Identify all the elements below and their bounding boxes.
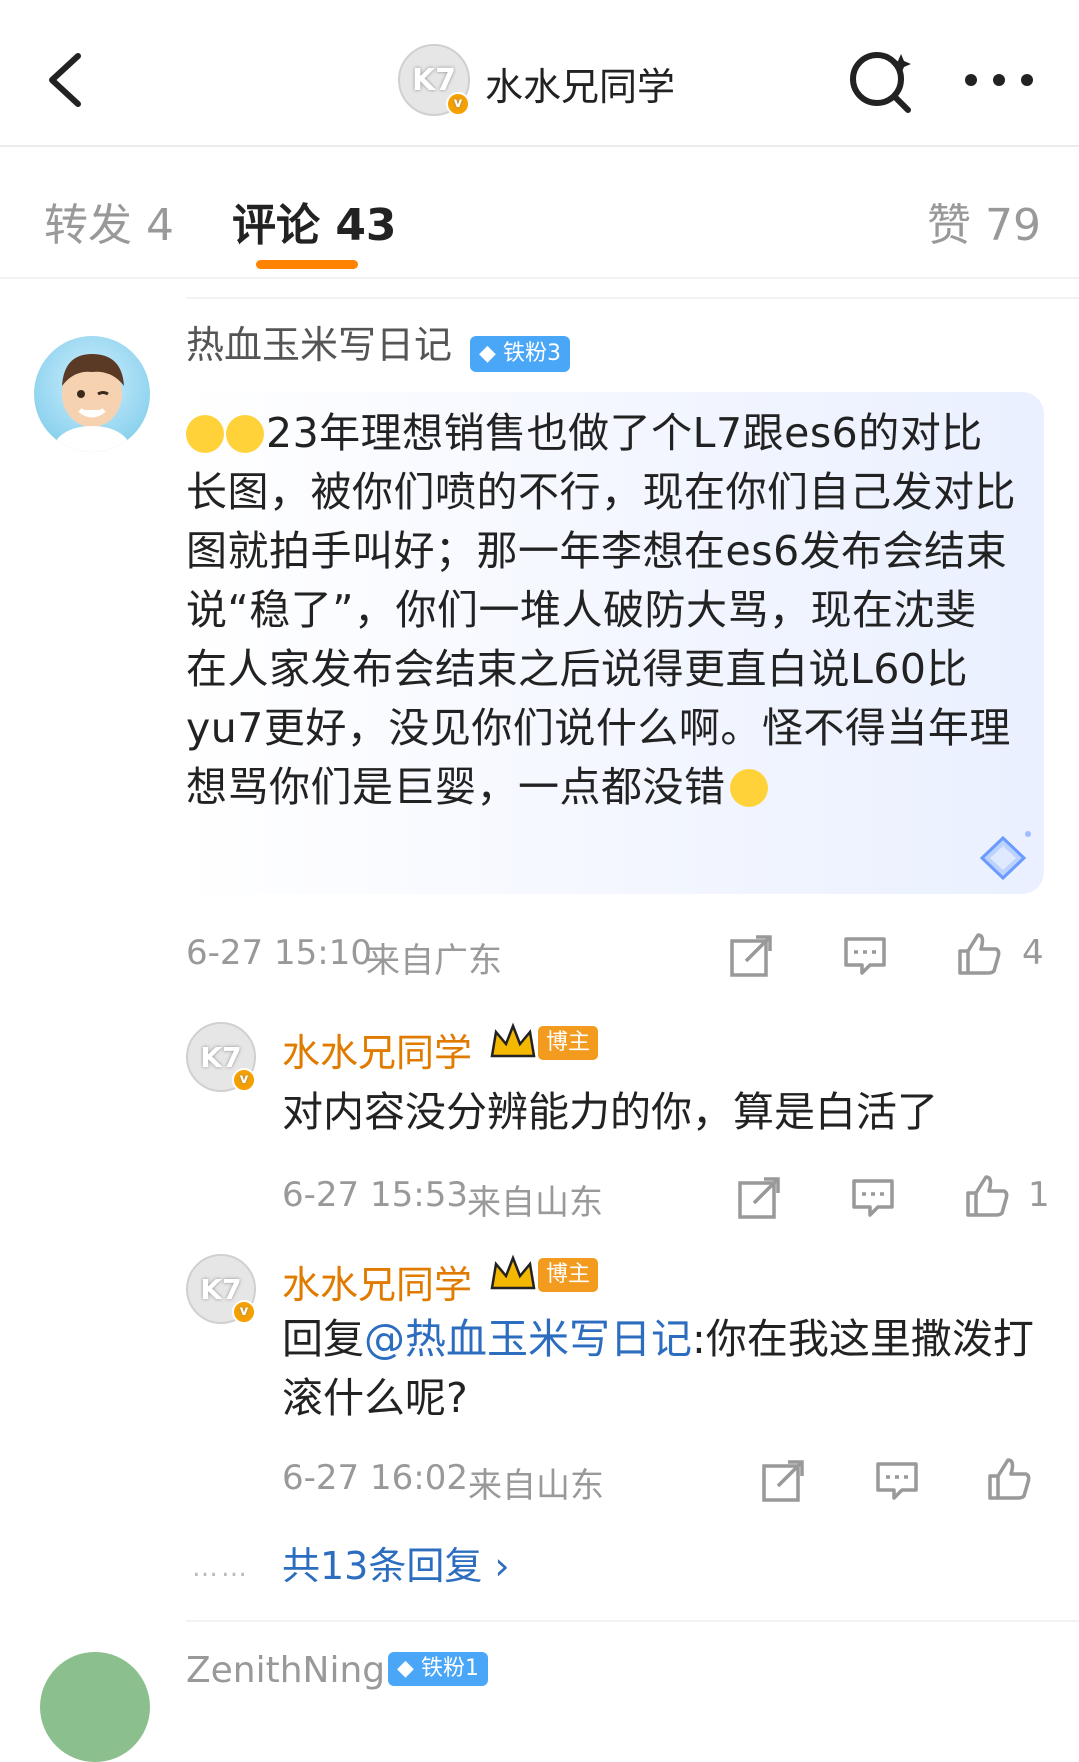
like-thumb-icon[interactable] xyxy=(956,931,1002,977)
emoji-666-icon xyxy=(729,769,768,807)
verified-badge-icon: v xyxy=(232,1068,256,1092)
reply-comment-icon[interactable] xyxy=(850,1175,896,1221)
active-tab-indicator xyxy=(256,260,358,269)
tab-comments[interactable]: 评论 43 xyxy=(232,189,397,253)
reply-comment-icon[interactable] xyxy=(874,1458,920,1504)
diamond-decoration-icon xyxy=(979,831,1031,881)
more-dots: …… xyxy=(192,1553,250,1583)
fan-level-badge: ◆ 铁粉1 xyxy=(388,1652,488,1686)
share-icon[interactable] xyxy=(728,933,774,979)
cartoon-avatar-icon xyxy=(54,354,130,452)
comment-location: 来自广东 xyxy=(366,941,502,981)
comment-time: 6-27 15:10 xyxy=(186,933,372,973)
verified-badge-icon: v xyxy=(446,92,470,116)
fan-level-badge: ◆ 铁粉3 xyxy=(470,336,570,372)
crown-icon xyxy=(490,1254,536,1290)
reply-comment-icon[interactable] xyxy=(842,933,888,979)
search-icon[interactable] xyxy=(846,46,916,116)
like-thumb-icon[interactable] xyxy=(986,1456,1032,1502)
divider xyxy=(186,1620,1079,1622)
reply-text: 对内容没分辨能力的你，算是白活了 xyxy=(282,1088,938,1136)
verified-badge-icon: v xyxy=(232,1300,256,1324)
reply-author-name[interactable]: 水水兄同学 xyxy=(282,1022,472,1077)
crown-icon xyxy=(490,1022,536,1058)
top-nav-bar: K7 v 水水兄同学 xyxy=(0,0,1079,147)
share-icon[interactable] xyxy=(760,1458,806,1504)
reply-avatar[interactable]: K7 v xyxy=(186,1022,256,1092)
page-title[interactable]: 水水兄同学 xyxy=(485,56,675,111)
comment-text: 23年理想销售也做了个L7跟es6的对比长图，被你们喷的不行，现在你们自己发对比… xyxy=(186,409,1016,811)
divider xyxy=(186,297,1079,299)
share-icon[interactable] xyxy=(736,1175,782,1221)
commenter-name[interactable]: ZenithNing xyxy=(186,1650,385,1691)
reply-location: 来自山东 xyxy=(467,1183,603,1223)
commenter-name[interactable]: 热血玉米写日记 xyxy=(186,314,452,369)
header-avatar[interactable]: K7 v xyxy=(398,44,470,116)
more-options-icon[interactable] xyxy=(963,60,1035,100)
reply-time: 6-27 16:02 xyxy=(282,1458,468,1498)
tab-bar: 转发 4 评论 43 赞 79 xyxy=(0,147,1079,279)
host-badge: 博主 xyxy=(538,1258,598,1292)
reply-location: 来自山东 xyxy=(468,1466,604,1506)
tab-likes[interactable]: 赞 79 xyxy=(927,189,1041,253)
reply-time: 6-27 15:53 xyxy=(282,1175,468,1215)
host-badge: 博主 xyxy=(538,1026,598,1060)
tab-repost[interactable]: 转发 4 xyxy=(44,189,174,253)
like-count: 4 xyxy=(1022,933,1044,973)
commenter-avatar[interactable] xyxy=(34,336,150,452)
mention-link[interactable]: @热血玉米写日记 xyxy=(364,1315,692,1363)
view-all-replies-link[interactable]: 共13条回复 › xyxy=(282,1535,510,1590)
reply-avatar[interactable]: K7 v xyxy=(186,1254,256,1324)
reply-text: 回复@热血玉米写日记:你在我这里撒泼打滚什么呢? xyxy=(282,1315,1034,1422)
emoji-icon xyxy=(226,415,264,453)
commenter-avatar[interactable] xyxy=(40,1652,150,1762)
like-thumb-icon[interactable] xyxy=(964,1173,1010,1219)
back-arrow-icon[interactable] xyxy=(40,50,90,110)
emoji-icon xyxy=(186,415,224,453)
reply-author-name[interactable]: 水水兄同学 xyxy=(282,1254,472,1309)
like-count: 1 xyxy=(1028,1175,1050,1215)
